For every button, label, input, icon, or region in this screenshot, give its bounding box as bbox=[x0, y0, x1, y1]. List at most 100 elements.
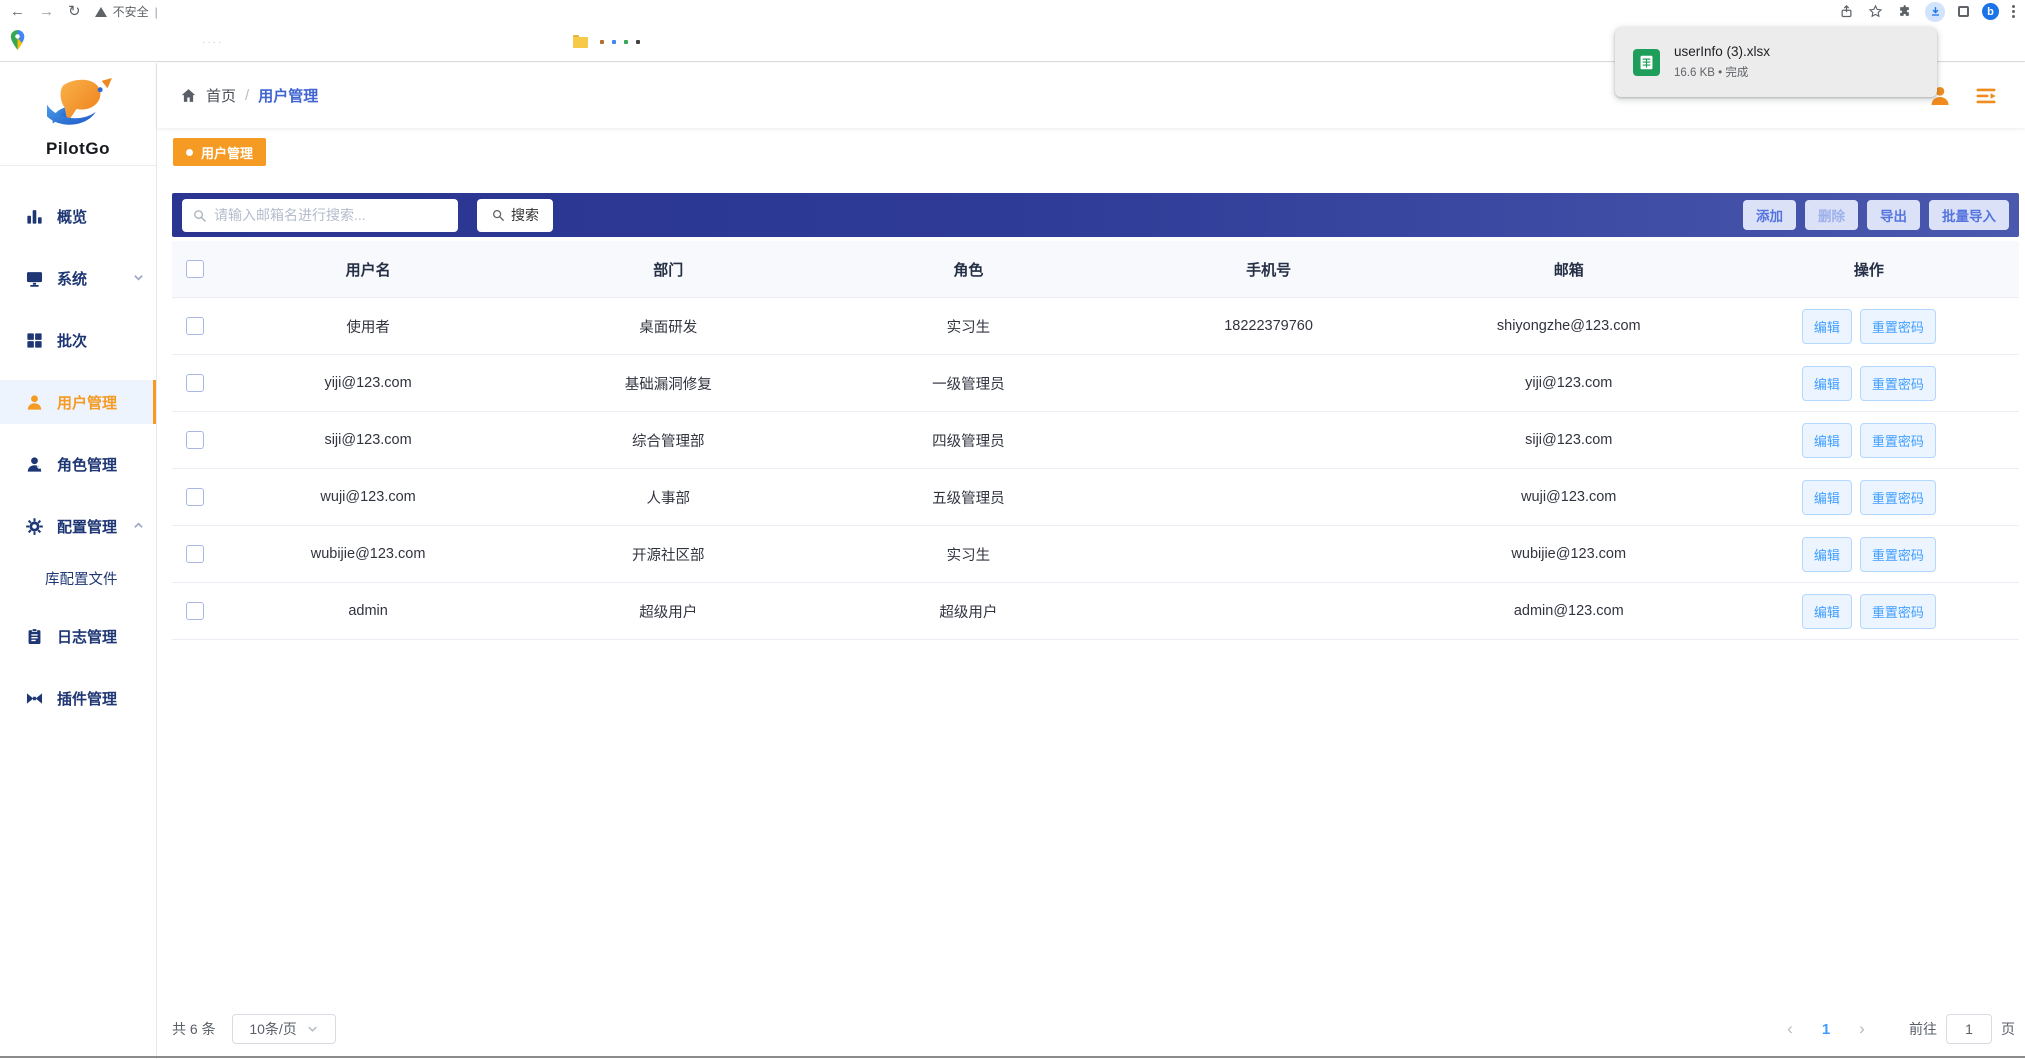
spreadsheet-icon bbox=[1633, 49, 1660, 76]
sidebar-item-label: 配置管理 bbox=[57, 516, 117, 537]
table-row: 使用者 桌面研发 实习生 18222379760 shiyongzhe@123.… bbox=[172, 298, 2019, 355]
forward-icon[interactable]: → bbox=[39, 4, 54, 19]
cell-email: wuji@123.com bbox=[1419, 489, 1719, 505]
download-notification[interactable]: userInfo (3).xlsx 16.6 KB • 完成 bbox=[1615, 27, 1937, 97]
sidebar-item-config-management[interactable]: 配置管理 bbox=[0, 504, 156, 548]
reload-icon[interactable]: ↻ bbox=[68, 4, 81, 19]
role-icon bbox=[25, 455, 44, 474]
row-checkbox[interactable] bbox=[186, 431, 204, 449]
search-button[interactable]: 搜索 bbox=[477, 199, 553, 232]
goto-page-input[interactable] bbox=[1946, 1014, 1992, 1044]
chevron-down-icon bbox=[133, 270, 144, 287]
add-button[interactable]: 添加 bbox=[1743, 200, 1796, 230]
breadcrumb-separator: / bbox=[245, 87, 249, 104]
chevron-down-icon bbox=[307, 1021, 318, 1037]
download-icon[interactable] bbox=[1925, 2, 1945, 22]
sidebar-item-log-management[interactable]: 日志管理 bbox=[0, 614, 156, 658]
sidebar-item-overview[interactable]: 概览 bbox=[0, 194, 156, 238]
collapse-menu-icon[interactable] bbox=[1973, 84, 1999, 108]
breadcrumb-current: 用户管理 bbox=[258, 85, 318, 106]
back-icon[interactable]: ← bbox=[10, 4, 25, 19]
table-row: admin 超级用户 超级用户 admin@123.com 编辑 重置密码 bbox=[172, 583, 2019, 640]
bookmark-folder-icon[interactable] bbox=[573, 37, 588, 48]
table-header: 用户名 部门 角色 手机号 邮箱 操作 bbox=[172, 241, 2019, 298]
maps-pin-favicon[interactable] bbox=[9, 29, 26, 56]
plugin-icon bbox=[25, 689, 44, 708]
edit-button[interactable]: 编辑 bbox=[1802, 366, 1852, 401]
cell-department: 综合管理部 bbox=[518, 430, 818, 451]
cell-department: 超级用户 bbox=[518, 601, 818, 622]
breadcrumb: 首页 / 用户管理 bbox=[180, 85, 318, 106]
page-number[interactable]: 1 bbox=[1811, 1021, 1841, 1038]
reset-password-button[interactable]: 重置密码 bbox=[1860, 309, 1936, 344]
edit-button[interactable]: 编辑 bbox=[1802, 480, 1852, 515]
row-checkbox[interactable] bbox=[186, 317, 204, 335]
search-input[interactable] bbox=[214, 207, 448, 223]
sidebar-item-system[interactable]: 系统 bbox=[0, 256, 156, 300]
not-secure-warning-icon bbox=[95, 7, 107, 17]
edit-button[interactable]: 编辑 bbox=[1802, 309, 1852, 344]
export-button[interactable]: 导出 bbox=[1867, 200, 1920, 230]
next-page-button[interactable]: › bbox=[1847, 1019, 1877, 1039]
sidebar-item-label: 系统 bbox=[57, 268, 87, 289]
page-size-select[interactable]: 10条/页 bbox=[232, 1014, 336, 1044]
reset-password-button[interactable]: 重置密码 bbox=[1860, 537, 1936, 572]
sidebar-item-user-management[interactable]: 用户管理 bbox=[0, 380, 156, 424]
log-icon bbox=[25, 627, 44, 646]
monitor-icon bbox=[25, 269, 44, 288]
grid-icon bbox=[25, 331, 44, 350]
bulk-import-button[interactable]: 批量导入 bbox=[1929, 200, 2009, 230]
column-header: 部门 bbox=[518, 259, 818, 280]
select-all-checkbox[interactable] bbox=[186, 260, 204, 278]
chart-icon bbox=[25, 207, 44, 226]
tab-square-icon[interactable] bbox=[1958, 6, 1969, 17]
cell-department: 人事部 bbox=[518, 487, 818, 508]
profile-avatar[interactable]: b bbox=[1982, 3, 1999, 20]
cell-department: 开源社区部 bbox=[518, 544, 818, 565]
main-content: 首页 / 用户管理 用户管理 bbox=[157, 63, 2025, 1059]
sidebar-item-batch[interactable]: 批次 bbox=[0, 318, 156, 362]
bookmark-item[interactable]: ···· bbox=[202, 37, 223, 48]
cell-email: siji@123.com bbox=[1419, 432, 1719, 448]
prev-page-button[interactable]: ‹ bbox=[1775, 1019, 1805, 1039]
table-toolbar: 搜索 添加 删除 导出 批量导入 bbox=[172, 193, 2019, 237]
reset-password-button[interactable]: 重置密码 bbox=[1860, 480, 1936, 515]
sidebar-item-role-management[interactable]: 角色管理 bbox=[0, 442, 156, 486]
column-header: 手机号 bbox=[1118, 259, 1418, 280]
edit-button[interactable]: 编辑 bbox=[1802, 537, 1852, 572]
edit-button[interactable]: 编辑 bbox=[1802, 594, 1852, 629]
delete-button[interactable]: 删除 bbox=[1805, 200, 1858, 230]
chrome-menu-icon[interactable] bbox=[2012, 5, 2015, 18]
cell-role: 实习生 bbox=[818, 316, 1118, 337]
reset-password-button[interactable]: 重置密码 bbox=[1860, 423, 1936, 458]
download-filename: userInfo (3).xlsx bbox=[1674, 44, 1770, 59]
row-checkbox[interactable] bbox=[186, 374, 204, 392]
cell-username: wuji@123.com bbox=[218, 489, 518, 505]
cell-email: shiyongzhe@123.com bbox=[1419, 318, 1719, 334]
column-header: 用户名 bbox=[218, 259, 518, 280]
extensions-icon[interactable] bbox=[1896, 4, 1912, 20]
bookmark-star-icon[interactable] bbox=[1867, 4, 1883, 20]
page-tag[interactable]: 用户管理 bbox=[173, 138, 266, 166]
sidebar-item-plugin-management[interactable]: 插件管理 bbox=[0, 676, 156, 720]
reset-password-button[interactable]: 重置密码 bbox=[1860, 594, 1936, 629]
address-bar[interactable]: 不安全 | bbox=[95, 3, 158, 20]
search-input-wrapper bbox=[182, 199, 458, 232]
cell-phone: 18222379760 bbox=[1118, 318, 1418, 334]
reset-password-button[interactable]: 重置密码 bbox=[1860, 366, 1936, 401]
text-cursor: | bbox=[155, 5, 158, 19]
row-checkbox[interactable] bbox=[186, 545, 204, 563]
share-icon[interactable] bbox=[1838, 4, 1854, 20]
app-logo[interactable]: PilotGo bbox=[0, 63, 156, 166]
row-checkbox[interactable] bbox=[186, 602, 204, 620]
sidebar-subitem-config-file[interactable]: 库配置文件 bbox=[0, 560, 156, 596]
download-meta: 16.6 KB • 完成 bbox=[1674, 64, 1770, 80]
search-icon bbox=[491, 208, 505, 222]
row-checkbox[interactable] bbox=[186, 488, 204, 506]
bookmark-item[interactable] bbox=[600, 40, 640, 44]
user-table: 用户名 部门 角色 手机号 邮箱 操作 使用者 桌面研发 实习生 1822237… bbox=[172, 241, 2019, 640]
breadcrumb-home[interactable]: 首页 bbox=[206, 85, 236, 106]
edit-button[interactable]: 编辑 bbox=[1802, 423, 1852, 458]
security-label: 不安全 bbox=[113, 3, 149, 20]
column-header: 操作 bbox=[1719, 259, 2019, 280]
